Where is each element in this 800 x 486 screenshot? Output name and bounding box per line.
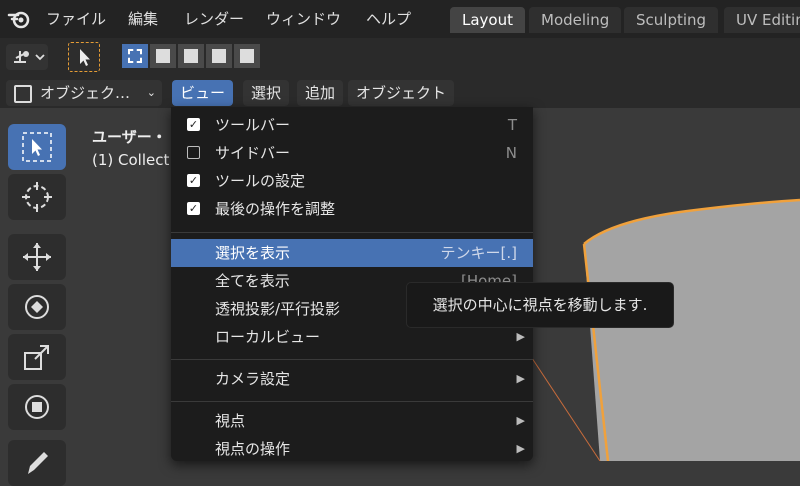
checkbox-checked-icon[interactable]: ✓ <box>187 202 200 215</box>
pencil-icon <box>28 452 48 474</box>
menu-item-frame-selected[interactable]: 選択を表示 テンキー[.] <box>171 239 533 267</box>
menu-item-viewpoint[interactable]: 視点 ▶ <box>171 407 533 435</box>
menu-view[interactable]: ビュー <box>172 80 234 106</box>
tool-cursor[interactable] <box>8 174 66 220</box>
menu-item-navigation[interactable]: 視点の操作 ▶ <box>171 435 533 463</box>
checkbox-checked-icon[interactable]: ✓ <box>187 174 200 187</box>
select-invert-mode-icon[interactable] <box>206 44 232 68</box>
chevron-down-icon: ⌄ <box>146 86 156 99</box>
select-box-icon <box>22 132 52 162</box>
tool-transform[interactable] <box>8 384 66 430</box>
menu-item-tool-settings[interactable]: ✓ ツールの設定 <box>171 167 533 195</box>
menu-separator <box>171 359 533 360</box>
tool-annotate[interactable] <box>8 440 66 486</box>
menu-item-adjust-last-operation[interactable]: ✓ 最後の操作を調整 <box>171 195 533 223</box>
menu-item-toolbar[interactable]: ✓ ツールバー T <box>171 111 533 139</box>
select-extend-mode-icon[interactable] <box>150 44 176 68</box>
tooltip: 選択の中心に視点を移動します. <box>406 282 674 328</box>
menu-edit[interactable]: 編集 <box>128 8 158 29</box>
tab-uv-editing[interactable]: UV Editin <box>724 7 800 33</box>
tool-select-box[interactable] <box>8 124 66 170</box>
object-mode-label: オブジェク… <box>40 84 131 102</box>
menu-item-camera-settings[interactable]: カメラ設定 ▶ <box>171 365 533 393</box>
submenu-arrow-icon: ▶ <box>516 372 525 385</box>
orientation-gizmo-icon <box>14 51 45 63</box>
submenu-arrow-icon: ▶ <box>516 414 525 427</box>
menu-item-label: サイドバー <box>215 144 291 162</box>
menu-file[interactable]: ファイル <box>46 8 106 29</box>
menu-item-label: 選択を表示 <box>215 244 291 262</box>
menu-separator <box>171 401 533 402</box>
viewport-collection-label: (1) Collect <box>92 151 170 169</box>
top-menubar: ファイル 編集 レンダー ウィンドウ ヘルプ Layout Modeling S… <box>0 0 800 38</box>
cursor-icon <box>22 182 52 212</box>
tool-move[interactable] <box>8 234 66 280</box>
select-new-mode-icon[interactable] <box>122 44 148 68</box>
checkbox-checked-icon[interactable]: ✓ <box>187 118 200 131</box>
tab-sculpting[interactable]: Sculpting <box>624 7 719 33</box>
menu-render[interactable]: レンダー <box>184 8 244 29</box>
move-icon <box>23 243 51 271</box>
menu-window[interactable]: ウィンドウ <box>266 8 341 29</box>
view3d-header: オブジェク… ⌄ ビュー 選択 追加 オブジェクト <box>0 76 800 108</box>
menu-add[interactable]: 追加 <box>297 80 344 106</box>
select-tool-icon[interactable] <box>68 42 100 72</box>
menu-item-label: ツールの設定 <box>215 172 306 190</box>
viewport-perspective-label: ユーザー・ <box>92 128 167 146</box>
rotate-icon <box>25 295 49 319</box>
object-mode-dropdown[interactable]: オブジェク… ⌄ <box>6 80 162 106</box>
tab-modeling[interactable]: Modeling <box>529 7 622 33</box>
menu-item-shortcut: N <box>505 144 517 162</box>
menu-help[interactable]: ヘルプ <box>366 8 411 29</box>
transform-icon <box>25 395 49 419</box>
menu-item-label: ローカルビュー <box>215 328 321 346</box>
transform-orientation-dropdown[interactable] <box>6 44 48 70</box>
submenu-arrow-icon: ▶ <box>516 442 525 455</box>
menu-item-label: 視点 <box>215 412 246 430</box>
menu-item-sidebar[interactable]: サイドバー N <box>171 139 533 167</box>
select-intersect-mode-icon[interactable] <box>234 44 260 68</box>
tool-rotate[interactable] <box>8 284 66 330</box>
scale-icon <box>24 345 49 370</box>
menu-item-label: 視点の操作 <box>215 440 291 458</box>
tab-layout[interactable]: Layout <box>450 7 525 33</box>
checkbox-unchecked-icon[interactable] <box>187 146 200 159</box>
select-subtract-mode-icon[interactable] <box>178 44 204 68</box>
object-mode-icon <box>14 85 32 103</box>
left-toolbar <box>8 124 66 486</box>
tool-header <box>0 38 800 76</box>
menu-item-shortcut: T <box>507 116 517 134</box>
menu-select[interactable]: 選択 <box>243 80 290 106</box>
menu-item-label: 透視投影/平行投影 <box>215 300 341 318</box>
menu-item-label: ツールバー <box>215 116 291 134</box>
tool-scale[interactable] <box>8 334 66 380</box>
menu-item-label: 最後の操作を調整 <box>215 200 336 218</box>
blender-logo-icon[interactable] <box>6 6 32 32</box>
menu-separator <box>171 232 533 233</box>
menu-item-label: カメラ設定 <box>215 370 291 388</box>
selection-mode-group <box>122 44 262 68</box>
menu-item-shortcut: テンキー[.] <box>440 244 517 262</box>
menu-item-label: 全てを表示 <box>215 272 290 290</box>
menu-object[interactable]: オブジェクト <box>348 80 455 106</box>
